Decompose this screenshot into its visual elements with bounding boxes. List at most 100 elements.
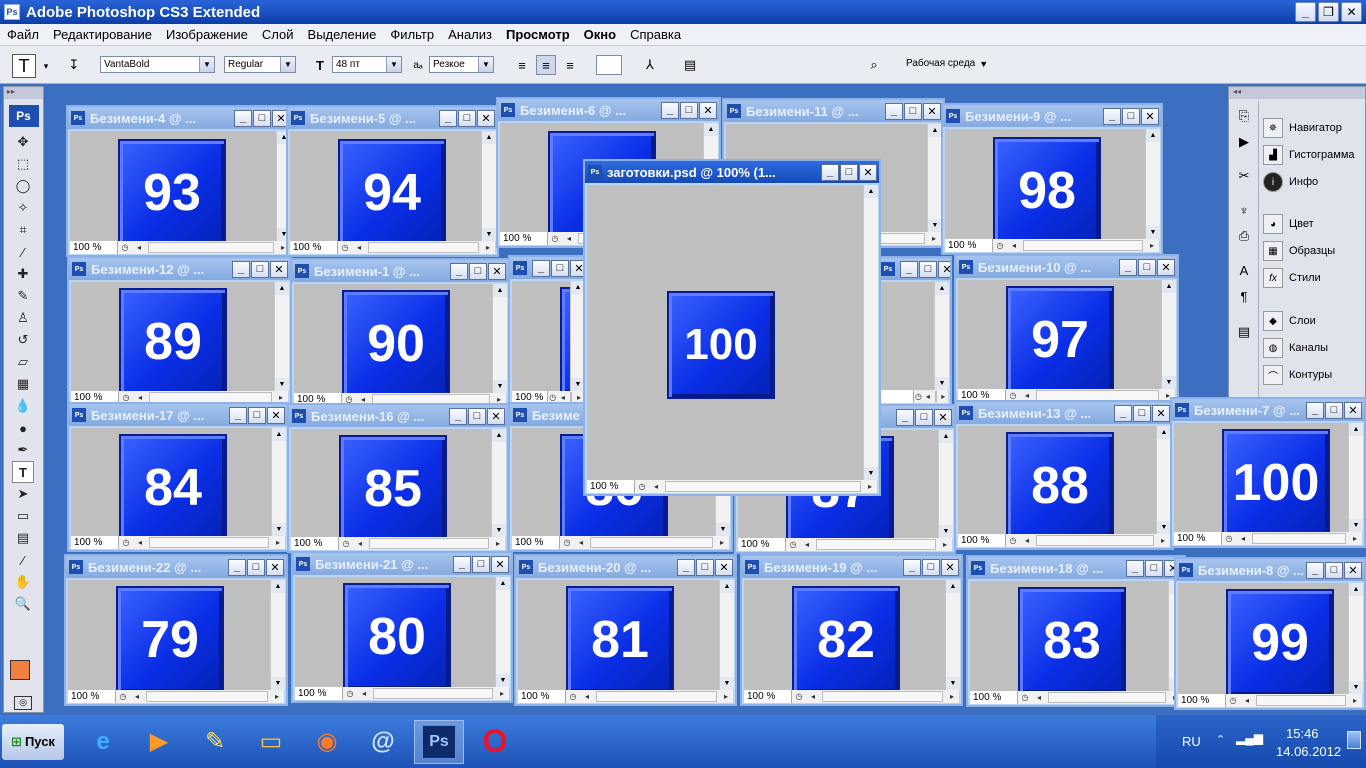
font-size-select[interactable]: 48 пт ▼ xyxy=(332,56,402,73)
horizontal-scrollbar[interactable] xyxy=(1023,240,1143,251)
document-window[interactable]: Ps Безимени-19 @ ... _ □ ✕ 82 100 % ◷ ◂ … xyxy=(740,554,963,706)
document-title-bar[interactable]: Ps Безимени-10 @ ... _ □ ✕ xyxy=(956,256,1177,278)
status-menu-icon[interactable]: ◷ xyxy=(548,233,562,245)
scroll-left-icon[interactable]: ◂ xyxy=(1032,692,1046,704)
document-maximize-button[interactable]: □ xyxy=(922,558,940,576)
document-window[interactable]: Ps Безимени-20 @ ... _ □ ✕ 81 100 % ◷ ◂ … xyxy=(514,554,737,706)
document-close-button[interactable]: ✕ xyxy=(491,555,509,573)
document-title-bar[interactable]: Ps Безимени-11 @ ... _ □ ✕ xyxy=(724,100,943,122)
type-tool-icon[interactable]: T xyxy=(12,461,34,483)
horizontal-scrollbar[interactable] xyxy=(1036,535,1154,546)
document-canvas[interactable]: 79 xyxy=(68,580,270,690)
network-signal-icon[interactable]: ▂▄▆ xyxy=(1236,731,1263,745)
scroll-right-icon[interactable]: ▸ xyxy=(939,391,948,403)
internet-explorer-icon[interactable]: e xyxy=(78,720,128,764)
document-canvas[interactable]: 93 xyxy=(70,131,276,241)
scroll-right-icon[interactable]: ▸ xyxy=(491,538,505,550)
brushes-panel-icon[interactable]: ♆ xyxy=(1233,199,1255,221)
document-canvas[interactable] xyxy=(880,282,934,390)
antialias-select[interactable]: Резкое ▼ xyxy=(429,56,494,73)
document-title-bar[interactable]: Ps Безимени-9 @ ... _ □ ✕ xyxy=(943,105,1161,127)
clock-time[interactable]: 15:46 xyxy=(1286,726,1319,741)
document-maximize-button[interactable]: □ xyxy=(551,259,569,277)
document-window[interactable]: Ps Безимени-21 @ ... _ □ ✕ 80 100 % ◷ ◂ … xyxy=(291,551,513,703)
status-menu-icon[interactable]: ◷ xyxy=(993,240,1007,252)
document-close-button[interactable]: ✕ xyxy=(1152,404,1170,422)
document-maximize-button[interactable]: □ xyxy=(469,262,487,280)
document-title-bar[interactable]: Ps Безимени-7 @ ... _ □ ✕ xyxy=(1172,399,1364,421)
eraser-tool-icon[interactable]: ▱ xyxy=(12,351,34,373)
document-window[interactable]: Ps Безимени-16 @ ... _ □ ✕ 85 100 % ◷ ◂ … xyxy=(287,403,509,553)
status-menu-icon[interactable]: ◷ xyxy=(1018,692,1032,704)
menu-analysis[interactable]: Анализ xyxy=(441,27,499,42)
clone-source-panel-icon[interactable]: ⎙ xyxy=(1233,225,1255,247)
pen-tool-icon[interactable]: ✒ xyxy=(12,439,34,461)
document-maximize-button[interactable]: □ xyxy=(247,558,265,576)
panel-navigator[interactable]: ✵ Навигатор xyxy=(1261,115,1365,141)
vertical-scrollbar[interactable] xyxy=(719,580,734,690)
document-close-button[interactable]: ✕ xyxy=(267,406,285,424)
layer-comps-panel-icon[interactable]: ▤ xyxy=(1233,321,1255,343)
status-menu-icon[interactable]: ◷ xyxy=(116,691,130,703)
status-menu-icon[interactable]: ◷ xyxy=(560,537,574,549)
scroll-right-icon[interactable]: ▸ xyxy=(1348,695,1362,707)
vertical-scrollbar[interactable] xyxy=(934,282,949,390)
document-maximize-button[interactable]: □ xyxy=(251,260,269,278)
vertical-scrollbar[interactable] xyxy=(863,185,878,480)
toolbox-header[interactable]: ▸▸ xyxy=(4,87,43,99)
start-button[interactable]: ⊞ Пуск xyxy=(2,723,64,760)
horizontal-scrollbar[interactable] xyxy=(822,691,943,702)
document-title-bar[interactable]: Ps Безимени-22 @ ... _ □ ✕ xyxy=(66,556,286,578)
horizontal-scrollbar[interactable] xyxy=(1048,692,1166,703)
scroll-left-icon[interactable]: ◂ xyxy=(352,242,366,254)
document-maximize-button[interactable]: □ xyxy=(680,101,698,119)
document-canvas[interactable]: 83 xyxy=(970,581,1168,691)
zoom-level[interactable]: 100 % xyxy=(290,241,338,254)
align-left-icon[interactable]: ≡ xyxy=(512,55,532,75)
scroll-right-icon[interactable]: ▸ xyxy=(1145,240,1159,252)
scroll-left-icon[interactable]: ◂ xyxy=(800,539,814,551)
status-menu-icon[interactable]: ◷ xyxy=(786,539,800,551)
document-maximize-button[interactable]: □ xyxy=(840,163,858,181)
text-orientation-icon[interactable]: ↧ xyxy=(64,55,84,75)
notes-tool-icon[interactable]: ▤ xyxy=(12,527,34,549)
scroll-right-icon[interactable]: ▸ xyxy=(945,691,959,703)
document-canvas[interactable]: 97 xyxy=(958,280,1161,389)
scroll-right-icon[interactable]: ▸ xyxy=(715,537,729,549)
vertical-scrollbar[interactable] xyxy=(274,282,289,391)
document-window[interactable]: Ps Безимени-12 @ ... _ □ ✕ 89 100 % ◷ ◂ … xyxy=(67,256,292,407)
clock-date[interactable]: 14.06.2012 xyxy=(1276,744,1341,759)
status-menu-icon[interactable]: ◷ xyxy=(914,391,923,403)
shape-tool-icon[interactable]: ▭ xyxy=(12,505,34,527)
document-minimize-button[interactable]: _ xyxy=(449,407,467,425)
gradient-tool-icon[interactable]: ▦ xyxy=(12,373,34,395)
horizontal-scrollbar[interactable] xyxy=(590,537,713,548)
marquee-tool-icon[interactable]: ⬚ xyxy=(12,153,34,175)
bridge-icon[interactable]: ⌕ xyxy=(864,55,884,75)
document-minimize-button[interactable]: _ xyxy=(439,109,457,127)
text-color-swatch[interactable] xyxy=(596,55,622,75)
status-menu-icon[interactable]: ◷ xyxy=(1222,533,1236,545)
zoom-level[interactable]: 100 % xyxy=(744,690,792,703)
document-canvas[interactable]: 89 xyxy=(71,282,274,391)
scroll-left-icon[interactable]: ◂ xyxy=(1020,535,1034,547)
document-close-button[interactable]: ✕ xyxy=(488,262,506,280)
opera-icon[interactable]: O xyxy=(470,720,520,764)
document-close-button[interactable]: ✕ xyxy=(938,260,950,278)
menu-image[interactable]: Изображение xyxy=(159,27,255,42)
document-maximize-button[interactable]: □ xyxy=(904,102,922,120)
document-maximize-button[interactable]: □ xyxy=(1325,561,1343,579)
scroll-left-icon[interactable]: ◂ xyxy=(580,691,594,703)
document-title-bar[interactable]: Ps Безимени-1 @ ... _ □ ✕ xyxy=(292,260,508,282)
menu-layer[interactable]: Слой xyxy=(255,27,301,42)
document-maximize-button[interactable]: □ xyxy=(458,109,476,127)
vertical-scrollbar[interactable] xyxy=(1145,129,1160,239)
document-canvas[interactable]: 85 xyxy=(291,429,491,537)
document-maximize-button[interactable]: □ xyxy=(696,558,714,576)
panel-color[interactable]: ◕ Цвет xyxy=(1261,211,1365,237)
zoom-level[interactable]: 100 % xyxy=(295,687,343,700)
document-maximize-button[interactable]: □ xyxy=(919,260,937,278)
zoom-tool-icon[interactable]: 🔍 xyxy=(12,593,34,615)
horizontal-scrollbar[interactable] xyxy=(368,242,479,253)
document-maximize-button[interactable]: □ xyxy=(472,555,490,573)
